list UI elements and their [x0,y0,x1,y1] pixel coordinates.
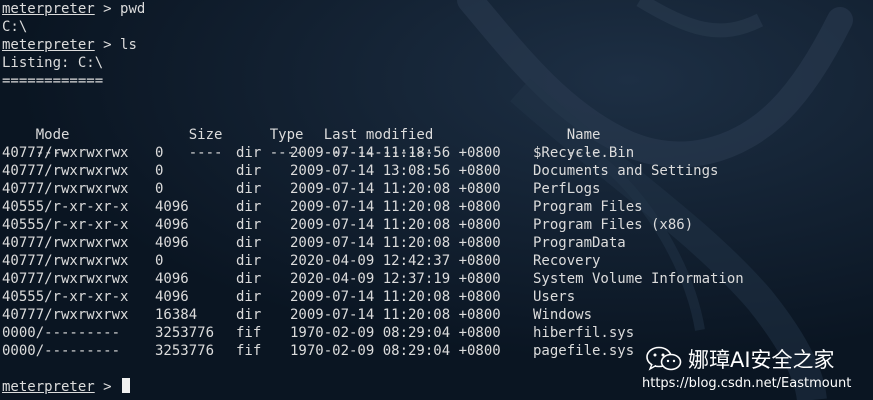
file-modified: 2009-07-14 13:08:56 +0800 [290,163,501,179]
file-row: 40777/rwxrwxrwx 0 dir 2009-07-14 11:20:08 +… [2,180,870,198]
file-modified: 2009-07-14 11:20:08 +0800 [290,289,501,305]
file-type: dir [236,199,262,215]
file-type: dir [236,271,262,287]
file-size: 0 [155,145,164,161]
file-row: 40555/r-xr-xr-x 4096 dir 2009-07-14 11:20:0… [2,198,870,216]
terminal-cursor[interactable] [122,378,131,393]
prompt-label: meterpreter [2,37,95,53]
file-mode: 40777/rwxrwxrwx [2,271,129,287]
file-name: Program Files [533,199,643,215]
file-name: Users [533,289,576,305]
file-mode: 40777/rwxrwxrwx [2,181,129,197]
file-size: 4096 [155,217,189,233]
file-name: Documents and Settings [533,163,719,179]
file-name: $Recycle.Bin [533,145,635,161]
file-mode: 40777/rwxrwxrwx [2,307,129,323]
header-type: Type [269,127,304,143]
file-row: 40777/rwxrwxrwx 0 dir 2020-04-09 12:42:37 +… [2,252,870,270]
file-mode: 40555/r-xr-xr-x [2,217,129,233]
file-row: 40777/rwxrwxrwx 0 dir 2009-07-14 11:18:56 +… [2,144,870,162]
header-name: Name [566,127,601,143]
file-mode: 0000/--------- [2,325,121,341]
file-row: 40777/rwxrwxrwx 4096 dir 2020-04-09 12:37:1… [2,270,870,288]
file-type: dir [236,163,262,179]
file-row: 0000/--------- 3253776 fif 1970-02-09 08:29… [2,324,870,342]
file-modified: 2009-07-14 11:20:08 +0800 [290,235,501,251]
file-modified: 2009-07-14 11:20:08 +0800 [290,199,501,215]
file-mode: 40555/r-xr-xr-x [2,199,129,215]
file-size: 0 [155,181,164,197]
file-modified: 1970-02-09 08:29:04 +0800 [290,343,501,359]
listing-title: Listing: C:\ [2,55,104,71]
watermark-url: https://blog.csdn.net/Eastmount [642,376,852,391]
file-size: 3253776 [155,343,215,359]
command-line-ls: meterpreter > ls [2,36,870,54]
file-name: Recovery [533,253,601,269]
prompt-separator: > [94,37,121,53]
header-mode: Mode [35,127,70,143]
header-modified: Last modified [323,127,434,143]
file-name: System Volume Information [533,271,744,287]
listing-underline: ============ [2,73,104,89]
command-text: ls [120,37,137,53]
file-type: fif [236,343,262,359]
command-text: pwd [120,1,146,17]
header-size: Size [188,127,223,143]
file-name: PerfLogs [533,181,601,197]
file-mode: 40777/rwxrwxrwx [2,235,129,251]
file-name: Windows [533,307,593,323]
file-type: dir [236,181,262,197]
file-size: 0 [155,163,164,179]
file-name: Program Files (x86) [533,217,694,233]
file-row: 40777/rwxrwxrwx 0 dir 2009-07-14 13:08:56 +… [2,162,870,180]
file-size: 4096 [155,235,189,251]
file-size: 4096 [155,289,189,305]
file-type: dir [236,307,262,323]
file-name: pagefile.sys [533,343,635,359]
file-size: 16384 [155,307,198,323]
file-modified: 2009-07-14 11:20:08 +0800 [290,181,501,197]
file-mode: 40777/rwxrwxrwx [2,145,129,161]
file-modified: 2009-07-14 11:20:08 +0800 [290,217,501,233]
file-modified: 2009-07-14 11:20:08 +0800 [290,307,501,323]
file-row: 40555/r-xr-xr-x 4096 dir 2009-07-14 11:20:0… [2,288,870,306]
file-size: 3253776 [155,325,215,341]
file-type: dir [236,235,262,251]
watermark: 娜璋AI安全之家 https://blog.csdn.net/Eastmount [642,344,866,391]
listing-header-row: Mode Size Type Last modified Name [2,108,870,143]
file-mode: 40555/r-xr-xr-x [2,289,129,305]
watermark-name: 娜璋AI安全之家 [688,348,835,372]
prompt-separator: > [94,379,121,395]
file-size: 4096 [155,199,189,215]
file-modified: 2020-04-09 12:37:19 +0800 [290,271,501,287]
watermark-brand: 娜璋AI安全之家 [646,344,866,374]
file-name: hiberfil.sys [533,325,635,341]
wechat-icon [646,346,682,371]
file-row: 40777/rwxrwxrwx 16384 dir 2009-07-14 11:20:… [2,306,870,324]
command-line-pwd: meterpreter > pwd [2,0,870,18]
file-size: 0 [155,253,164,269]
file-type: dir [236,217,262,233]
file-size: 4096 [155,271,189,287]
file-type: dir [236,289,262,305]
file-row: 40777/rwxrwxrwx 4096 dir 2009-07-14 11:20:0… [2,234,870,252]
file-row: 40555/r-xr-xr-x 4096 dir 2009-07-14 11:20:0… [2,216,870,234]
prompt-label: meterpreter [2,1,95,17]
file-type: dir [236,253,262,269]
output-line: C:\ [2,19,28,35]
file-type: fif [236,325,262,341]
file-mode: 0000/--------- [2,343,121,359]
prompt-separator: > [94,1,121,17]
file-type: dir [236,145,262,161]
terminal-output: meterpreter > pwd C:\ meterpreter > ls L… [2,0,870,396]
file-modified: 2020-04-09 12:42:37 +0800 [290,253,501,269]
file-mode: 40777/rwxrwxrwx [2,163,129,179]
file-name: ProgramData [533,235,626,251]
prompt-label: meterpreter [2,379,95,395]
file-modified: 2009-07-14 11:18:56 +0800 [290,145,501,161]
file-modified: 1970-02-09 08:29:04 +0800 [290,325,501,341]
file-mode: 40777/rwxrwxrwx [2,253,129,269]
